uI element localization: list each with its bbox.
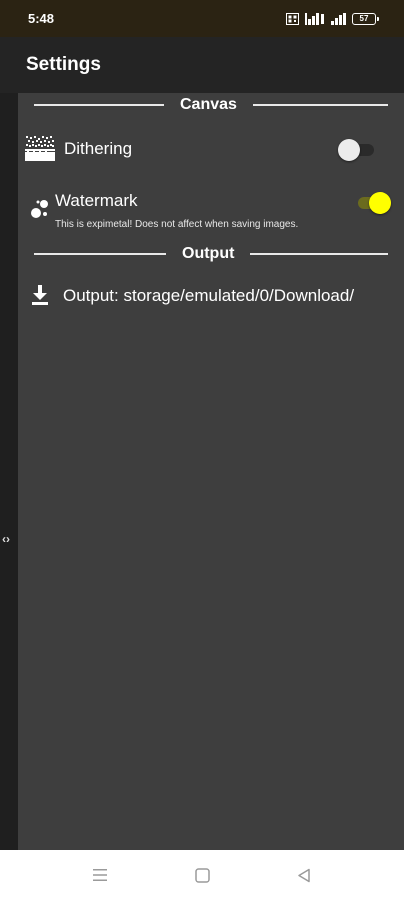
toggle-thumb — [338, 139, 360, 161]
divider — [34, 253, 166, 255]
app-bar: Settings — [0, 37, 404, 93]
page-title: Settings — [26, 54, 101, 75]
status-icons: 57 — [286, 12, 379, 25]
signal-icon — [331, 12, 346, 25]
menu-icon — [93, 869, 107, 881]
back-button[interactable] — [289, 860, 319, 890]
drawer-handle-icon[interactable]: ‹› — [2, 531, 10, 547]
watermark-toggle[interactable] — [354, 191, 394, 215]
divider — [250, 253, 388, 255]
section-title-output: Output — [182, 245, 235, 262]
watermark-label: Watermark — [55, 191, 138, 210]
menu-button[interactable] — [85, 860, 115, 890]
setting-row-watermark[interactable]: Watermark This is expimetal! Does not af… — [18, 181, 404, 235]
side-drawer-strip: ‹› — [0, 93, 18, 850]
dithering-toggle[interactable] — [338, 138, 378, 162]
signal-icon — [305, 12, 324, 25]
dithering-icon — [25, 136, 55, 161]
dithering-label: Dithering — [64, 139, 133, 158]
download-icon — [32, 285, 48, 305]
navigation-bar — [0, 850, 404, 900]
watermark-sublabel: This is expimetal! Does not affect when … — [55, 219, 299, 230]
status-time: 5:48 — [28, 11, 55, 26]
output-path-label: Output: storage/emulated/0/Download/ — [63, 286, 355, 305]
divider — [252, 104, 388, 106]
settings-panel: Canvas Dithering Watermark This is expim… — [18, 93, 404, 850]
section-title-canvas: Canvas — [180, 96, 237, 113]
toggle-thumb — [369, 192, 391, 214]
home-square-icon — [194, 867, 210, 883]
qr-icon — [286, 12, 299, 25]
back-triangle-icon — [298, 868, 310, 882]
status-bar: 5:48 57 — [0, 0, 404, 37]
bubbles-icon — [31, 200, 48, 218]
battery-level: 57 — [359, 13, 369, 23]
divider — [34, 104, 164, 106]
setting-row-output[interactable]: Output: storage/emulated/0/Download/ — [18, 273, 404, 321]
setting-row-dithering[interactable]: Dithering — [18, 123, 404, 175]
section-header-canvas: Canvas — [18, 93, 404, 117]
home-button[interactable] — [187, 860, 217, 890]
section-header-output: Output — [18, 242, 404, 266]
battery-icon: 57 — [352, 12, 379, 25]
